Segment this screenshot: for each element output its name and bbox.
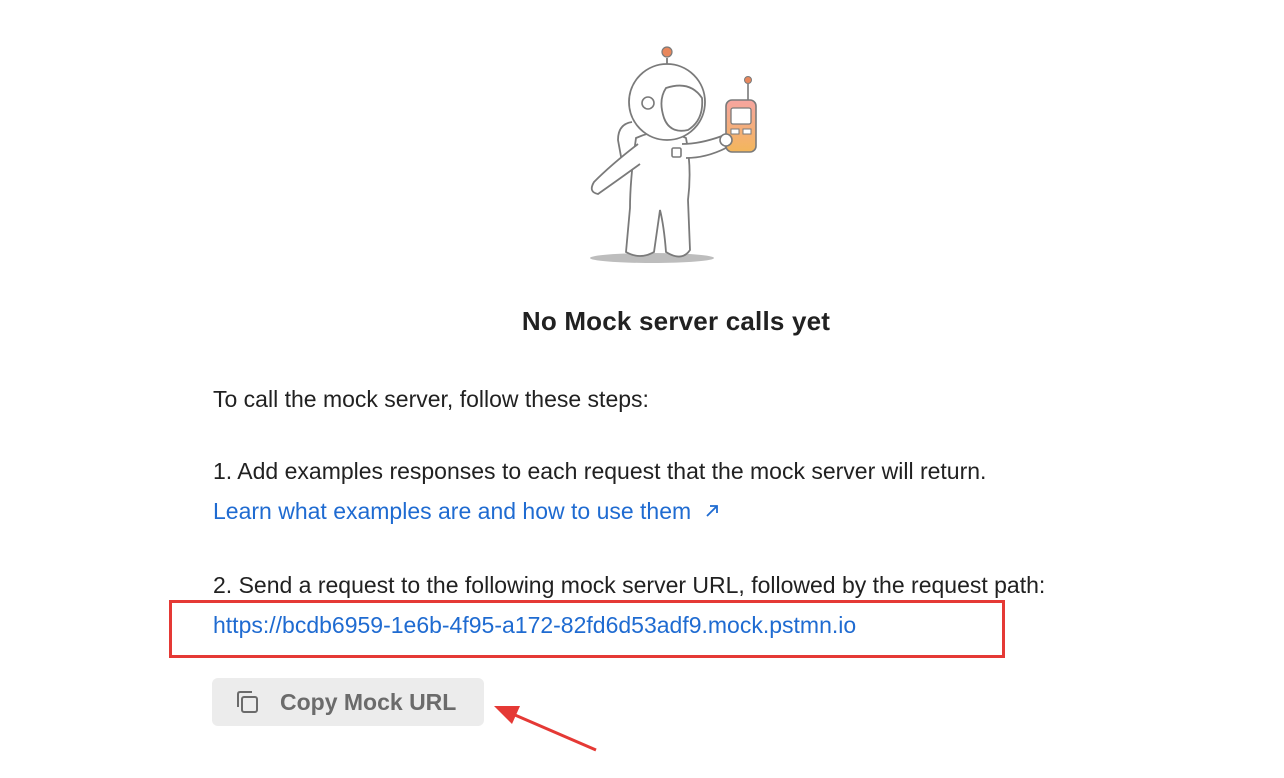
- empty-state-title: No Mock server calls yet: [521, 306, 831, 336]
- copy-icon: [237, 691, 258, 713]
- step-1-text: 1. Add examples responses to each reques…: [213, 458, 987, 484]
- learn-examples-link[interactable]: Learn what examples are and how to use t…: [213, 498, 720, 525]
- external-link-icon: [705, 505, 718, 517]
- astronaut-illustration: [590, 46, 757, 263]
- learn-examples-link-label: Learn what examples are and how to use t…: [213, 498, 692, 524]
- annotation-arrow: [494, 706, 597, 752]
- copy-mock-url-button[interactable]: Copy Mock URL: [212, 678, 484, 726]
- mock-server-empty-state: No Mock server calls yet To call the moc…: [0, 0, 1284, 778]
- step-2-text: 2. Send a request to the following mock …: [213, 572, 1046, 598]
- copy-mock-url-label: Copy Mock URL: [280, 688, 457, 715]
- mock-server-url-link[interactable]: https://bcdb6959-1e6b-4f95-a172-82fd6d53…: [213, 612, 856, 639]
- instructions-intro: To call the mock server, follow these st…: [213, 386, 649, 412]
